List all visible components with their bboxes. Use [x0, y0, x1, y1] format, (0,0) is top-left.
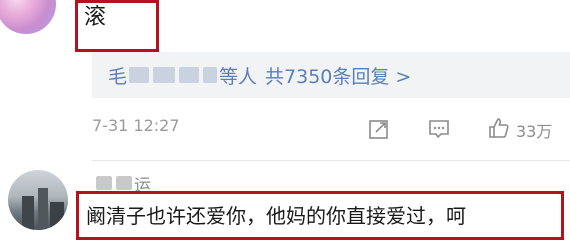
blurred-username	[179, 67, 200, 83]
blurred-username	[96, 176, 112, 190]
avatar[interactable]	[0, 0, 56, 34]
screenshot-canvas: 滚 毛 等人 共7350条回复 > 7-31 12:27 33万 运 阚清子也许…	[0, 0, 570, 242]
highlight-box	[76, 191, 564, 240]
blurred-username	[116, 176, 132, 190]
reply-count-link[interactable]: 共7350条回复 >	[265, 62, 411, 89]
avatar[interactable]	[8, 170, 68, 230]
comment-icon[interactable]	[428, 118, 450, 140]
comment-timestamp: 7-31 12:27	[92, 116, 180, 135]
reply-users-suffix: 等人	[219, 65, 258, 88]
blurred-username	[203, 67, 218, 83]
highlight-box	[75, 0, 159, 52]
thumbs-up-icon[interactable]	[488, 117, 510, 139]
blurred-username	[129, 67, 150, 83]
share-icon[interactable]	[368, 118, 390, 140]
reply-user-prefix: 毛	[108, 65, 128, 88]
replies-preview[interactable]: 毛 等人 共7350条回复 >	[108, 60, 411, 90]
divider	[92, 160, 570, 161]
blurred-username	[153, 67, 176, 83]
like-count: 33万	[516, 122, 553, 141]
